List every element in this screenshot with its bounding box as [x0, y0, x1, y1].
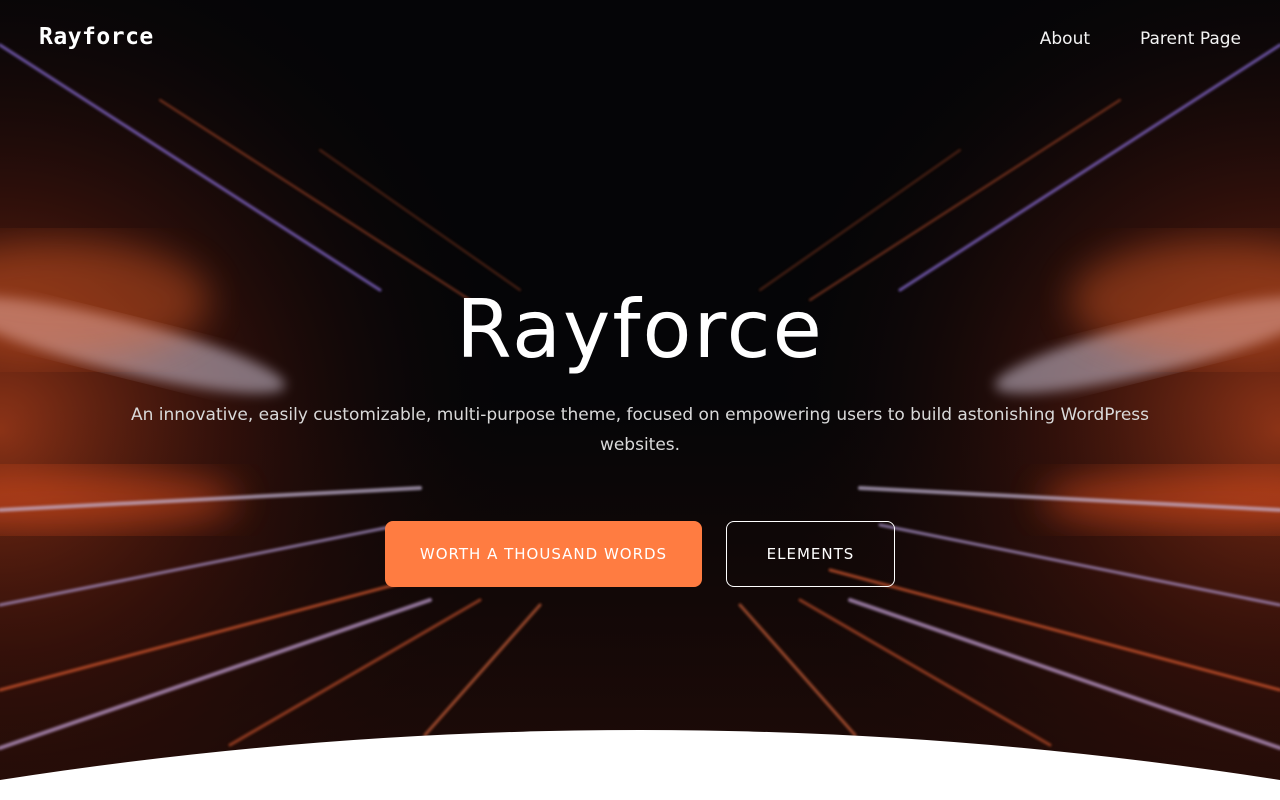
- main-nav: About Parent Page: [1040, 28, 1241, 50]
- nav-link-about[interactable]: About: [1040, 28, 1090, 50]
- site-header: Rayforce About Parent Page: [0, 0, 1280, 80]
- cta-buttons: WORTH A THOUSAND WORDS ELEMENTS: [0, 521, 1280, 587]
- hero-content: Rayforce An innovative, easily customiza…: [0, 280, 1280, 460]
- hero-title: Rayforce: [456, 283, 824, 376]
- bottom-wave-divider: [0, 730, 1280, 800]
- worth-a-thousand-words-button[interactable]: WORTH A THOUSAND WORDS: [385, 521, 702, 587]
- site-logo[interactable]: Rayforce: [39, 24, 154, 50]
- elements-button[interactable]: ELEMENTS: [726, 521, 895, 587]
- nav-link-parent-page[interactable]: Parent Page: [1140, 28, 1241, 50]
- hero-section: Rayforce About Parent Page Rayforce An i…: [0, 0, 1280, 800]
- hero-subtitle: An innovative, easily customizable, mult…: [130, 405, 1149, 455]
